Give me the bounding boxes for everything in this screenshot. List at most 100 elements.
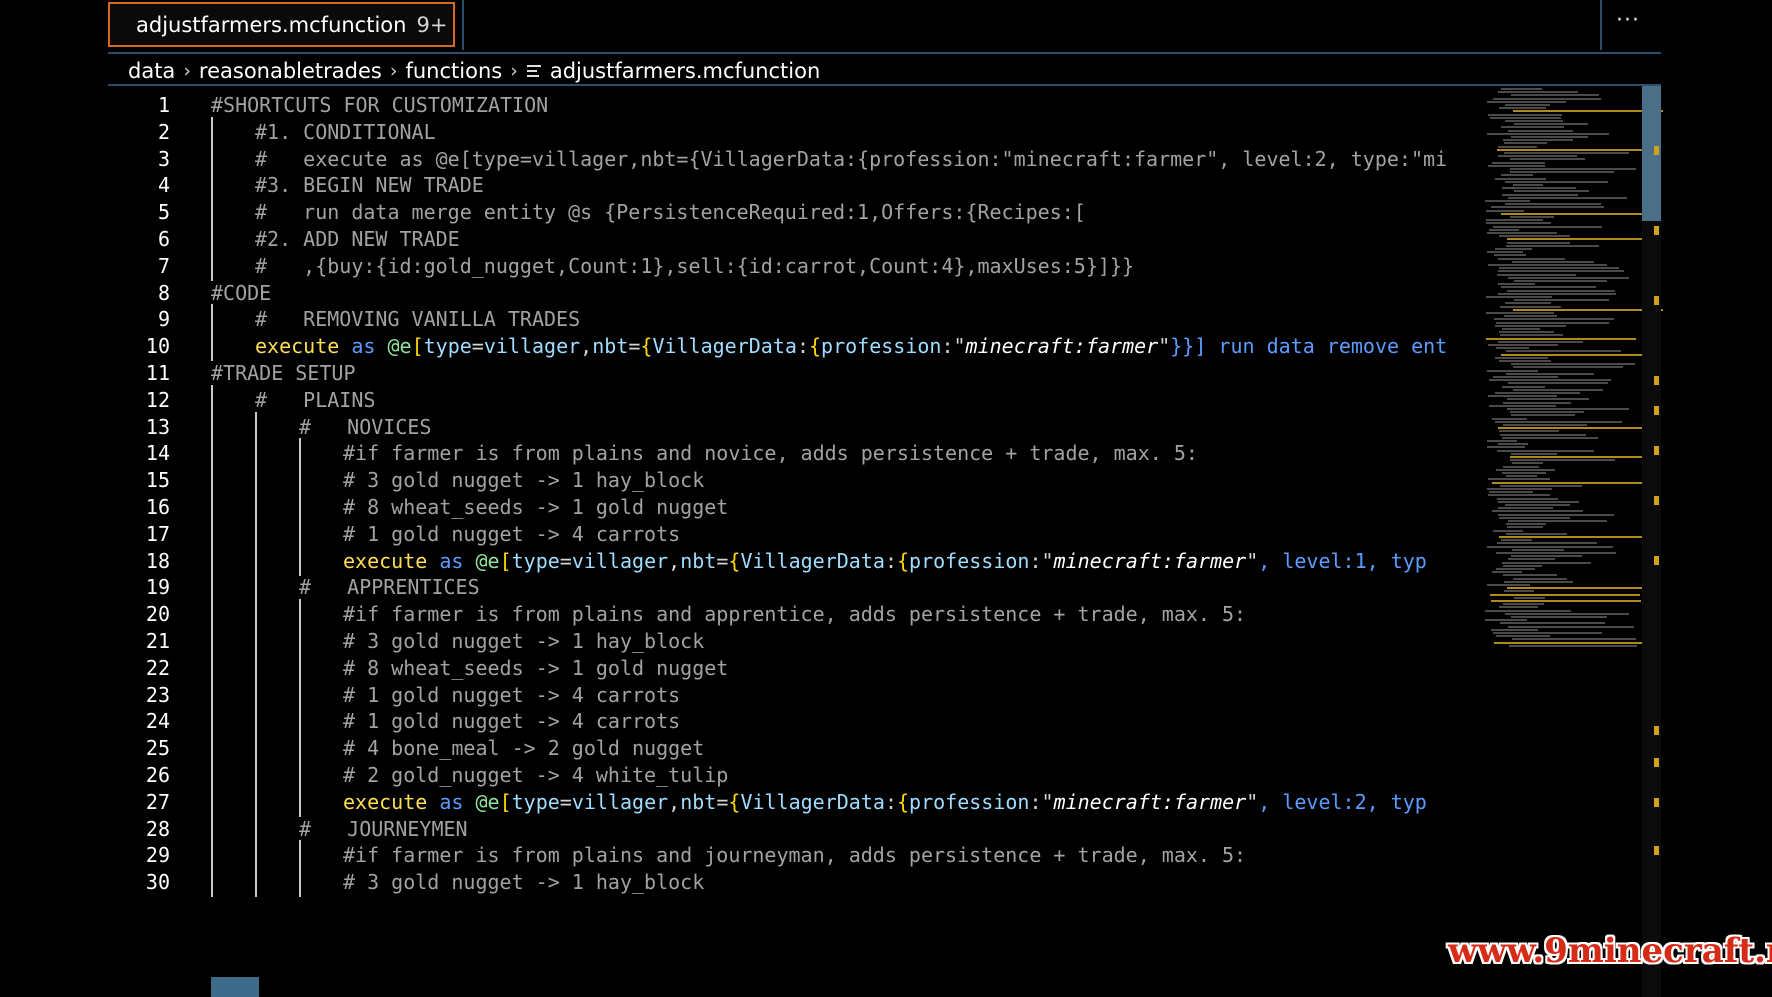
code-text: # 2 gold_nugget -> 4 white_tulip xyxy=(343,763,729,787)
punct: , xyxy=(580,334,593,359)
code-line[interactable]: 11 #TRADE SETUP xyxy=(108,358,1465,388)
code-line[interactable]: 6 #2. ADD NEW TRADE xyxy=(108,224,1465,254)
keyword-as: as xyxy=(351,334,376,359)
breadcrumb-item-file[interactable]: adjustfarmers.mcfunction xyxy=(550,59,820,83)
minimap[interactable] xyxy=(1475,86,1663,997)
chevron-right-icon: › xyxy=(183,60,191,82)
code-line[interactable]: 23 # 1 gold nugget -> 4 carrots xyxy=(108,679,1465,710)
code-line[interactable]: 9 # REMOVING VANILLA TRADES xyxy=(108,304,1465,335)
code-text: # 8 wheat_seeds -> 1 gold nugget xyxy=(343,655,729,680)
code-line[interactable]: 22 # 8 wheat_seeds -> 1 gold nugget xyxy=(108,652,1465,683)
code-line[interactable]: 14 #if farmer is from plains and novice, … xyxy=(108,438,1465,469)
minimap-line xyxy=(1514,123,1588,126)
indent-guide xyxy=(299,786,301,817)
code-line[interactable]: 1 #SHORTCUTS FOR CUSTOMIZATION xyxy=(108,90,1465,120)
indent-guide xyxy=(255,867,257,898)
code-line[interactable]: 18 execute as @e[type=villager,nbt={Villa… xyxy=(108,545,1465,576)
breadcrumb-item-functions[interactable]: functions xyxy=(405,59,502,83)
scrollbar-marker xyxy=(1654,798,1659,807)
minimap-line xyxy=(1502,385,1545,388)
minimap-line xyxy=(1513,308,1663,311)
scrollbar-marker xyxy=(1654,406,1659,415)
minimap-line xyxy=(1487,100,1566,103)
selector: @e xyxy=(475,789,500,814)
bracket: [ xyxy=(411,334,424,359)
code-text: # 3 gold nugget -> 1 hay_block xyxy=(343,629,705,653)
code-line[interactable]: 24 # 1 gold nugget -> 4 carrots xyxy=(108,706,1465,737)
minimap-line xyxy=(1502,472,1546,474)
code-line[interactable]: 15 # 3 gold nugget -> 1 hay_block xyxy=(108,465,1465,496)
attr-key: nbt xyxy=(680,789,717,814)
minimap-line xyxy=(1500,334,1563,337)
breadcrumb-item-data[interactable]: data xyxy=(128,59,175,83)
more-actions-button[interactable]: ··· xyxy=(1616,8,1640,33)
minimap-line xyxy=(1489,228,1519,231)
minimap-line xyxy=(1504,152,1629,154)
bracket: { xyxy=(808,334,822,359)
code-tail: , level:2, typ xyxy=(1258,789,1427,814)
minimap-line xyxy=(1487,488,1552,490)
minimap-line xyxy=(1498,507,1553,510)
code-line[interactable]: 17 # 1 gold nugget -> 4 carrots xyxy=(108,518,1465,549)
code-line[interactable]: 25 # 4 bone_meal -> 2 gold nugget xyxy=(108,733,1465,764)
minimap-line xyxy=(1496,321,1609,324)
minimap-line xyxy=(1505,302,1551,305)
attr-key: profession xyxy=(909,789,1030,814)
code-text: # 3 gold nugget -> 1 hay_block xyxy=(343,468,705,493)
code-line[interactable]: 28 # JOURNEYMEN xyxy=(108,813,1465,844)
code-line[interactable]: 29 #if farmer is from plains and journeym… xyxy=(108,840,1465,871)
code-line[interactable]: 30 # 3 gold nugget -> 1 hay_block xyxy=(108,867,1465,898)
minimap-line xyxy=(1504,142,1547,145)
horizontal-scrollbar-thumb[interactable] xyxy=(211,977,259,997)
line-number: 19 xyxy=(145,575,170,600)
code-line[interactable]: 4 #3. BEGIN NEW TRADE xyxy=(108,170,1465,201)
bracket: { xyxy=(640,334,653,359)
tab-adjustfarmers[interactable]: adjustfarmers.mcfunction 9+ xyxy=(108,2,455,47)
minimap-line xyxy=(1507,398,1589,401)
code-line[interactable]: 27 execute as @e[type=villager,nbt={Villa… xyxy=(108,786,1465,817)
indent-guide xyxy=(211,492,213,522)
minimap-line xyxy=(1513,577,1567,580)
code-line[interactable]: 26 # 2 gold_nugget -> 4 white_tulip xyxy=(108,760,1465,790)
line-number: 21 xyxy=(145,629,170,653)
code-line[interactable]: 20 #if farmer is from plains and apprenti… xyxy=(108,599,1465,630)
scrollbar-marker xyxy=(1654,146,1659,155)
code-line[interactable]: 7 # ,{buy:{id:gold_nugget,Count:1},sell:{… xyxy=(108,250,1465,281)
indent-guide xyxy=(255,572,257,603)
code-line[interactable]: 13 # NOVICES xyxy=(108,411,1465,442)
minimap-line xyxy=(1489,404,1556,407)
operator: = xyxy=(471,334,484,359)
minimap-line xyxy=(1494,641,1644,644)
code-line[interactable]: 21 # 3 gold nugget -> 1 hay_block xyxy=(108,626,1465,656)
code-line[interactable]: 16 # 8 wheat_seeds -> 1 gold nugget xyxy=(108,492,1465,522)
bracket: [ xyxy=(499,548,512,573)
line-number: 3 xyxy=(157,146,170,171)
vertical-scrollbar[interactable] xyxy=(1642,86,1661,997)
code-line[interactable]: 19 # APPRENTICES xyxy=(108,572,1465,603)
minimap-line xyxy=(1498,513,1614,516)
code-line[interactable]: 2 #1. CONDITIONAL xyxy=(108,116,1465,147)
breadcrumb-item-reasonabletrades[interactable]: reasonabletrades xyxy=(199,59,382,83)
code-line[interactable]: 12 # PLAINS xyxy=(108,384,1465,415)
minimap-line xyxy=(1498,427,1648,430)
code-text: # 1 gold nugget -> 4 carrots xyxy=(343,709,681,734)
minimap-line xyxy=(1508,625,1634,628)
bracket: { xyxy=(896,548,910,573)
code-line[interactable]: 3 # execute as @e[type=villager,nbt={Vill… xyxy=(108,143,1465,174)
code-line[interactable]: 5 # run data merge entity @s {Persistence… xyxy=(108,197,1465,228)
line-number: 9 xyxy=(157,307,170,332)
attr-key: type xyxy=(511,789,560,814)
code-line[interactable]: 10 execute as @e[type=villager,nbt={Villa… xyxy=(108,331,1465,362)
code-text: # 1 gold nugget -> 4 carrots xyxy=(343,521,681,546)
code-line[interactable]: 8 #CODE xyxy=(108,278,1465,308)
code-text: # run data merge entity @s {PersistenceR… xyxy=(255,200,1086,225)
code-area[interactable]: 1 #SHORTCUTS FOR CUSTOMIZATION 2 #1. CONDIT… xyxy=(108,86,1465,997)
minimap-line xyxy=(1506,372,1594,375)
minimap-line xyxy=(1495,324,1566,327)
minimap-line xyxy=(1495,392,1580,394)
minimap-line xyxy=(1505,120,1563,122)
indent-guide xyxy=(211,626,213,656)
minimap-line xyxy=(1506,350,1621,353)
minimap-line xyxy=(1512,260,1594,263)
minimap-line xyxy=(1488,494,1550,497)
